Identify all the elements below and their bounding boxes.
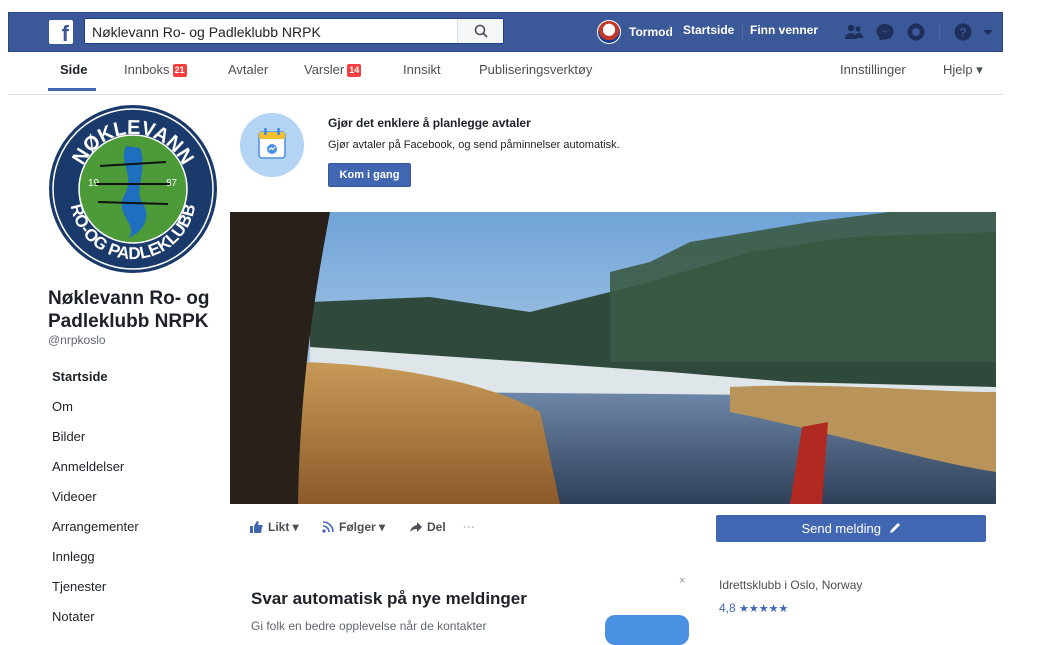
sidebar-item-about[interactable]: Om: [52, 399, 73, 414]
tab-appointments[interactable]: Avtaler: [228, 62, 268, 77]
sidebar-item-events[interactable]: Arrangementer: [52, 519, 139, 534]
avatar: [597, 20, 621, 44]
like-label: Likt ▾: [268, 520, 299, 534]
divider: [669, 23, 670, 41]
tab-notifications-label: Varsler: [304, 62, 345, 77]
auto-reply-title: Svar automatisk på nye meldinger: [251, 589, 527, 608]
page-title: Nøklevann Ro- og Padleklubb NRPK: [48, 288, 210, 332]
sidebar-item-photos[interactable]: Bilder: [52, 429, 85, 444]
friend-requests-icon[interactable]: [844, 22, 864, 42]
divider: [939, 23, 940, 41]
follow-label: Følger ▾: [339, 520, 386, 534]
promo-text: Gjør avtaler på Facebook, og send påminn…: [328, 139, 620, 151]
divider: [8, 94, 1003, 95]
tab-insights[interactable]: Innsikt: [403, 62, 441, 77]
account-menu-icon[interactable]: [981, 22, 995, 42]
more-options-icon[interactable]: ···: [463, 520, 475, 534]
home-link[interactable]: Startside: [683, 23, 734, 37]
search-button[interactable]: [457, 19, 503, 43]
help-icon[interactable]: ?: [953, 22, 973, 42]
search-input[interactable]: Nøklevann Ro- og Padleklubb NRPK: [84, 18, 504, 44]
sidebar-item-home[interactable]: Startside: [52, 369, 108, 384]
get-started-button[interactable]: Kom i gang: [328, 163, 411, 187]
tab-inbox-label: Innboks: [124, 62, 170, 77]
calendar-icon: [240, 113, 304, 177]
cover-photo[interactable]: [230, 212, 996, 504]
tab-settings[interactable]: Innstillinger: [840, 62, 906, 77]
tab-help[interactable]: Hjelp ▾: [943, 62, 983, 78]
svg-text:?: ?: [959, 26, 966, 40]
page-handle[interactable]: @nrpkoslo: [48, 333, 106, 347]
rating-stars: ★★★★★: [739, 603, 789, 615]
close-icon[interactable]: ×: [679, 575, 685, 587]
like-button[interactable]: Likt ▾: [250, 520, 299, 534]
notifications-icon[interactable]: [906, 22, 926, 42]
messages-icon[interactable]: [875, 22, 895, 42]
find-friends-link[interactable]: Finn venner: [750, 23, 818, 37]
top-bar: f Nøklevann Ro- og Padleklubb NRPK Tormo…: [8, 12, 1003, 52]
share-button[interactable]: Del: [410, 520, 446, 534]
share-icon: [410, 522, 422, 532]
tab-side[interactable]: Side: [60, 62, 87, 77]
follow-button[interactable]: Følger ▾: [322, 520, 385, 534]
tab-notifications[interactable]: Varsler 14: [304, 62, 362, 77]
tab-publishing-tools[interactable]: Publiseringsverktøy: [479, 62, 592, 77]
sidebar-item-videos[interactable]: Videoer: [52, 489, 97, 504]
send-message-label: Send melding: [801, 521, 881, 536]
search-value: Nøklevann Ro- og Padleklubb NRPK: [92, 24, 321, 40]
club-logo[interactable]: NØKLEVANN RO-OG PADLEKLUBB 19 87: [48, 104, 218, 274]
auto-reply-illustration: [605, 615, 689, 645]
share-label: Del: [427, 520, 446, 534]
promo-title: Gjør det enklere å planlegge avtaler: [328, 116, 531, 130]
send-message-button[interactable]: Send melding: [716, 515, 986, 542]
divider: [742, 23, 743, 41]
search-icon: [474, 24, 488, 38]
sidebar-item-notes[interactable]: Notater: [52, 609, 95, 624]
active-tab-indicator: [48, 88, 96, 91]
sidebar-item-services[interactable]: Tjenester: [52, 579, 106, 594]
page-tabs: Side Innboks 21 Avtaler Varsler 14 Innsikt…: [48, 62, 1008, 92]
follow-icon: [322, 521, 334, 533]
pencil-icon: [889, 523, 900, 533]
rating-value: 4,8: [719, 601, 736, 615]
user-name: Tormod: [629, 25, 673, 39]
sidebar-item-reviews[interactable]: Anmeldelser: [52, 459, 124, 474]
facebook-logo-icon[interactable]: f: [49, 20, 73, 44]
inbox-badge: 21: [172, 64, 187, 77]
auto-reply-text: Gi folk en bedre opplevelse når de konta…: [251, 619, 487, 633]
page-category[interactable]: Idrettsklubb i Oslo, Norway: [719, 578, 862, 592]
sidebar-item-posts[interactable]: Innlegg: [52, 549, 95, 564]
notifications-badge: 14: [347, 64, 362, 77]
page-rating[interactable]: 4,8 ★★★★★: [719, 601, 788, 615]
tab-inbox[interactable]: Innboks 21: [124, 62, 187, 77]
thumbs-up-icon: [250, 521, 263, 533]
profile-link[interactable]: Tormod: [597, 17, 673, 47]
